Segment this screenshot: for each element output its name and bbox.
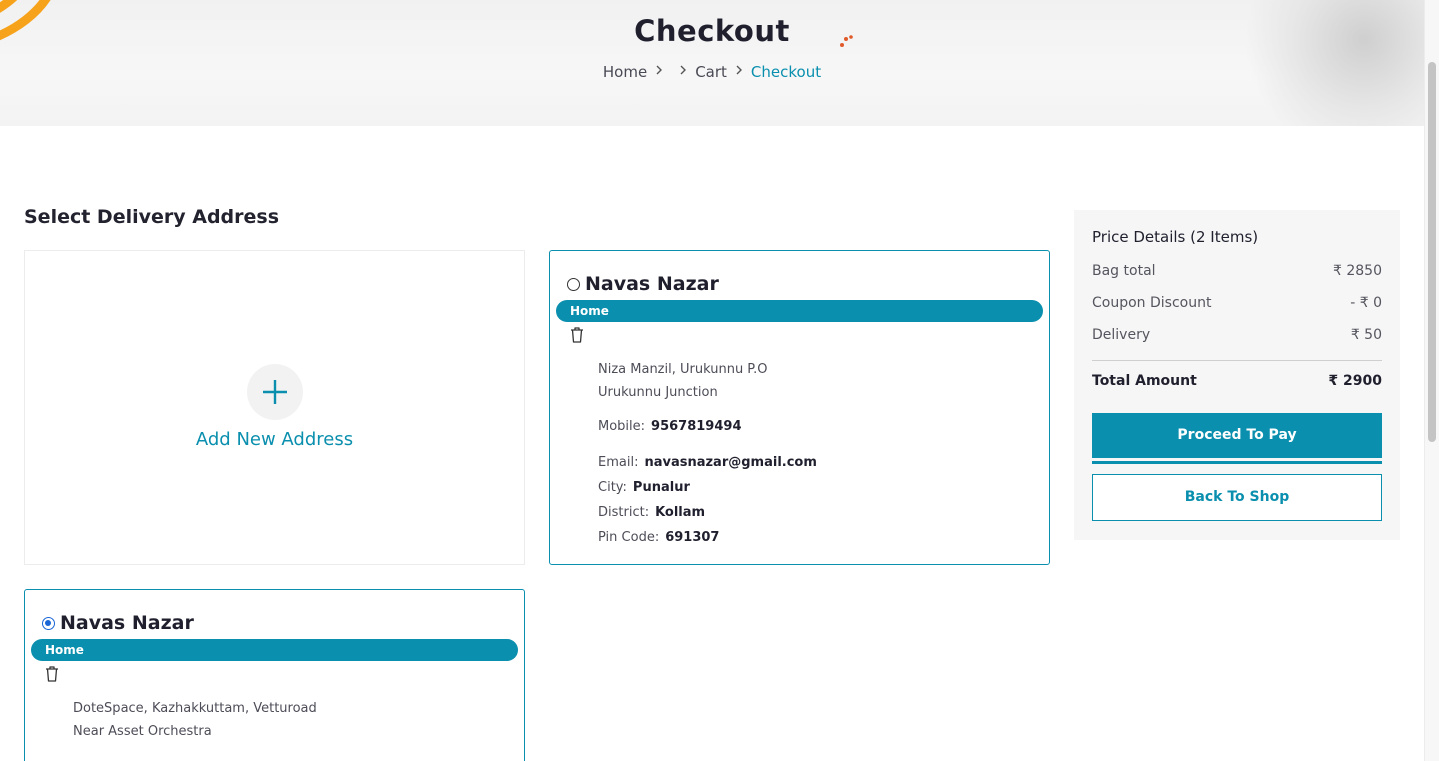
address-mobile: Mobile: 9567819494: [598, 419, 742, 434]
trash-icon[interactable]: [569, 326, 585, 344]
breadcrumb-home[interactable]: Home: [603, 63, 647, 81]
address-line-1: DoteSpace, Kazhakkuttam, Vetturoad: [73, 701, 317, 716]
address-district: District: Kollam: [598, 505, 706, 520]
chevron-right-icon: [647, 64, 671, 80]
address-line-2: Near Asset Orchestra: [73, 724, 212, 739]
breadcrumb-cart[interactable]: Cart: [695, 63, 727, 81]
pay-button-underline: [1092, 461, 1382, 464]
address-pin-code: Pin Code: 691307: [598, 530, 720, 545]
address-line-1: Niza Manzil, Urukunnu P.O: [598, 362, 768, 377]
breadcrumb: Home Cart Checkout: [0, 63, 1424, 81]
price-row-delivery: Delivery ₹ 50: [1092, 327, 1382, 343]
address-name: Navas Nazar: [60, 612, 194, 634]
address-type-badge: Home: [31, 639, 518, 661]
price-total-row: Total Amount ₹ 2900: [1092, 373, 1382, 389]
add-address-card[interactable]: Add New Address: [24, 250, 525, 565]
add-address-label[interactable]: Add New Address: [25, 429, 524, 450]
price-row-coupon-discount: Coupon Discount - ₹ 0: [1092, 295, 1382, 311]
breadcrumb-checkout[interactable]: Checkout: [751, 63, 821, 81]
trash-icon[interactable]: [44, 665, 60, 683]
price-details-title: Price Details (2 Items): [1092, 228, 1259, 246]
address-name: Navas Nazar: [585, 273, 719, 295]
address-radio-selected[interactable]: [42, 616, 55, 630]
plus-icon: [263, 380, 287, 404]
page-hero: Checkout Home Cart Checkout: [0, 0, 1424, 126]
price-divider: [1092, 360, 1382, 361]
address-radio[interactable]: [567, 277, 580, 291]
address-email: Email: navasnazar@gmail.com: [598, 455, 817, 470]
address-name-row: Navas Nazar: [567, 273, 719, 295]
page-title: Checkout: [634, 14, 790, 48]
chevron-right-icon: [671, 64, 695, 80]
add-address-circle[interactable]: [247, 364, 303, 420]
chevron-right-icon: [727, 64, 751, 80]
back-to-shop-button[interactable]: Back To Shop: [1092, 474, 1382, 521]
address-card-selected[interactable]: Navas Nazar Home DoteSpace, Kazhakkuttam…: [24, 589, 525, 761]
price-row-bag-total: Bag total ₹ 2850: [1092, 263, 1382, 279]
address-card[interactable]: Navas Nazar Home Niza Manzil, Urukunnu P…: [549, 250, 1050, 565]
proceed-to-pay-button[interactable]: Proceed To Pay: [1092, 413, 1382, 458]
address-line-2: Urukunnu Junction: [598, 385, 718, 400]
page-scrollbar[interactable]: [1424, 0, 1439, 761]
scrollbar-thumb[interactable]: [1428, 62, 1436, 442]
loading-dots-icon: [840, 35, 853, 47]
address-name-row: Navas Nazar: [42, 612, 194, 634]
address-city: City: Punalur: [598, 480, 690, 495]
section-title: Select Delivery Address: [24, 206, 280, 228]
price-details-panel: Price Details (2 Items) Bag total ₹ 2850 …: [1074, 210, 1400, 540]
address-type-badge: Home: [556, 300, 1043, 322]
